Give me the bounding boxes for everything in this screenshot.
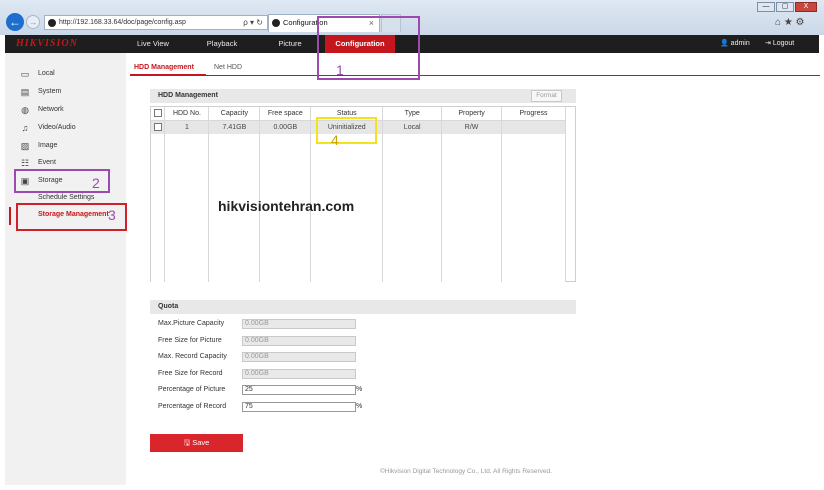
quota-label: Percentage of Picture xyxy=(158,386,226,393)
sidebar-item-label: Video/Audio xyxy=(38,124,76,131)
search-refresh-icon[interactable]: ρ ▾ ↻ xyxy=(243,16,263,29)
tab-net-hdd[interactable]: Net HDD xyxy=(214,62,242,76)
callout-box-4 xyxy=(316,117,377,144)
step-number-4: 4 xyxy=(331,132,339,148)
step-number-2: 2 xyxy=(92,175,100,191)
home-favorites-settings-icon[interactable]: ⌂ ★ ⚙ xyxy=(775,17,819,28)
percent-unit: % xyxy=(356,386,363,393)
save-icon: 🖫 xyxy=(183,438,193,447)
address-text: http://192.168.33.64/doc/page/config.asp xyxy=(59,19,186,26)
free-size-record-field: 0.00GB xyxy=(242,369,356,379)
system-icon: ▤ xyxy=(20,87,30,97)
percent-unit: % xyxy=(356,403,363,410)
sidebar-item-network[interactable]: ◍ Network xyxy=(20,103,64,117)
quota-label: Max. Record Capacity xyxy=(158,353,227,360)
format-button[interactable]: Format xyxy=(531,90,562,102)
row-checkbox[interactable] xyxy=(153,123,162,132)
column-header: Property xyxy=(441,107,503,121)
hikvision-logo: HIKVISION xyxy=(16,38,78,49)
active-tab-underline xyxy=(130,74,206,76)
column-header: Free space xyxy=(259,107,312,121)
table-cell: Local xyxy=(382,120,443,134)
event-icon: ☷ xyxy=(20,158,30,168)
sidebar-item-label: Event xyxy=(38,159,56,166)
column-header: HDD No. xyxy=(164,107,210,121)
step-number-1: 1 xyxy=(336,62,344,78)
address-bar[interactable]: http://192.168.33.64/doc/page/config.asp… xyxy=(44,15,268,30)
site-icon xyxy=(48,19,56,27)
image-icon: ▨ xyxy=(20,141,30,151)
sidebar xyxy=(5,53,126,485)
select-all-checkbox[interactable] xyxy=(153,109,162,118)
column-header: Type xyxy=(382,107,443,121)
max-record-capacity-field: 0.00GB xyxy=(242,352,356,362)
video-audio-icon: ♫ xyxy=(21,123,29,133)
sidebar-item-event[interactable]: ☷ Event xyxy=(20,156,56,170)
logout-label: Logout xyxy=(772,40,795,47)
close-window-icon[interactable]: X xyxy=(795,2,817,12)
step-number-3: 3 xyxy=(108,207,116,223)
copyright-text: ©Hikvision Digital Technology Co., Ltd. … xyxy=(380,468,552,475)
column-header: Capacity xyxy=(208,107,261,121)
active-indicator xyxy=(9,207,11,225)
nav-picture[interactable]: Picture xyxy=(266,35,314,53)
sidebar-item-label: System xyxy=(38,88,62,95)
percentage-picture-input[interactable]: 25 xyxy=(242,385,356,395)
sidebar-item-label: Image xyxy=(38,142,58,149)
free-size-picture-field: 0.00GB xyxy=(242,336,356,346)
table-empty-area xyxy=(151,134,566,282)
logout-icon: ⇥ xyxy=(765,40,773,47)
minimize-icon[interactable]: — xyxy=(757,2,775,12)
sidebar-item-local[interactable]: ▭ Local xyxy=(20,67,55,81)
table-cell: R/W xyxy=(441,120,503,134)
column-header: Progress xyxy=(501,107,566,121)
sidebar-item-image[interactable]: ▨ Image xyxy=(20,139,58,153)
user-name: admin xyxy=(730,40,750,47)
row-select-cell[interactable] xyxy=(151,120,166,134)
window-controls: — ▢ X xyxy=(756,2,818,12)
save-button[interactable]: 🖫 Save xyxy=(150,434,243,452)
sidebar-item-label: Network xyxy=(38,106,64,113)
nav-playback[interactable]: Playback xyxy=(196,35,248,53)
forward-arrow-icon[interactable]: → xyxy=(26,15,40,29)
user-icon: 👤 xyxy=(720,40,731,47)
user-menu[interactable]: 👤 admin xyxy=(720,35,750,53)
monitor-icon: ▭ xyxy=(20,69,30,79)
quota-panel-title: Quota xyxy=(150,300,576,314)
select-all-cell[interactable] xyxy=(151,107,166,121)
nav-live-view[interactable]: Live View xyxy=(128,35,178,53)
quota-label: Max.Picture Capacity xyxy=(158,320,225,327)
table-cell: 7.41GB xyxy=(208,120,261,134)
quota-label: Free Size for Picture xyxy=(158,337,222,344)
globe-icon: ◍ xyxy=(21,105,29,115)
quota-label: Free Size for Record xyxy=(158,370,223,377)
table-cell: 0.00GB xyxy=(259,120,312,134)
percentage-record-input[interactable]: 75 xyxy=(242,402,356,412)
callout-box-1 xyxy=(317,16,420,80)
save-label: Save xyxy=(192,438,210,447)
watermark-text: hikvisiontehran.com xyxy=(218,198,355,214)
max-picture-capacity-field: 0.00GB xyxy=(242,319,356,329)
hdd-panel-title: HDD Management xyxy=(150,89,576,103)
tab-favicon-icon xyxy=(272,19,280,27)
table-cell: 1 xyxy=(164,120,210,134)
maximize-icon[interactable]: ▢ xyxy=(776,2,794,12)
progress-cell xyxy=(501,120,566,134)
sidebar-item-label: Local xyxy=(38,70,55,77)
sidebar-item-video-audio[interactable]: ♫ Video/Audio xyxy=(20,121,76,135)
quota-label: Percentage of Record xyxy=(158,403,227,410)
logout-button[interactable]: ⇥ Logout xyxy=(765,35,794,53)
back-arrow-icon[interactable]: ← xyxy=(6,13,24,31)
sidebar-item-system[interactable]: ▤ System xyxy=(20,85,62,99)
